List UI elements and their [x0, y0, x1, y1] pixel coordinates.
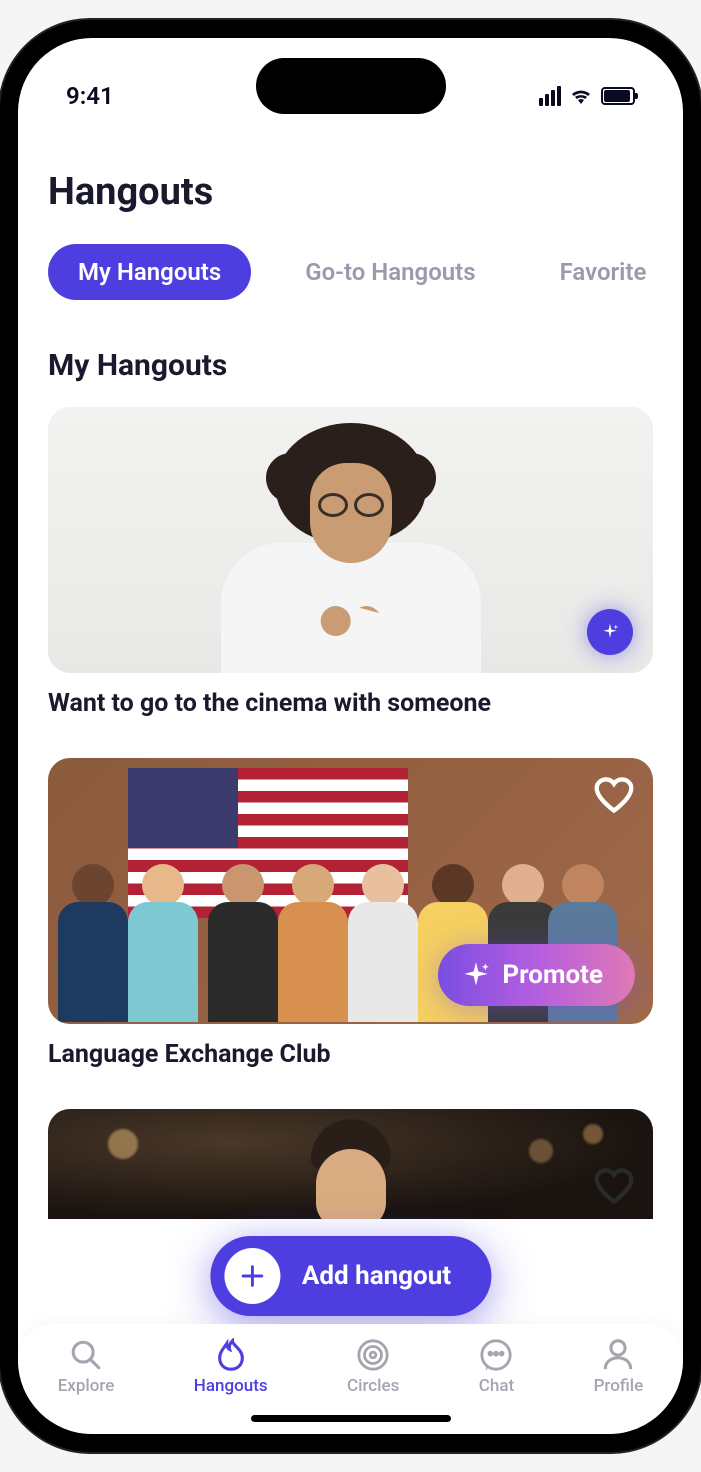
notch [256, 58, 446, 114]
hangout-card-image [48, 1109, 653, 1219]
person-icon [601, 1338, 635, 1372]
nav-profile[interactable]: Profile [594, 1338, 644, 1396]
add-hangout-button[interactable]: Add hangout [210, 1236, 491, 1316]
status-time: 9:41 [66, 82, 114, 110]
nav-label: Profile [594, 1376, 644, 1396]
sparkle-badge-icon[interactable] [587, 609, 633, 655]
home-indicator[interactable] [251, 1415, 451, 1422]
hangout-card[interactable]: Want to go to the cinema with someone [48, 407, 653, 718]
page-title: Hangouts [48, 170, 653, 214]
flame-icon [214, 1338, 248, 1372]
section-title: My Hangouts [48, 348, 653, 383]
screen: 9:41 Hangouts My Hangouts Go-to Hangouts… [18, 38, 683, 1434]
tab-my-hangouts[interactable]: My Hangouts [48, 244, 251, 300]
phone-frame: 9:41 Hangouts My Hangouts Go-to Hangouts… [0, 20, 701, 1452]
nav-label: Circles [347, 1376, 399, 1396]
nav-label: Chat [479, 1376, 514, 1396]
promote-label: Promote [502, 960, 603, 990]
hangout-card-title: Want to go to the cinema with someone [48, 689, 653, 718]
hangout-card-title: Language Exchange Club [48, 1040, 653, 1069]
status-indicators [539, 86, 635, 106]
nav-chat[interactable]: Chat [479, 1338, 514, 1396]
nav-hangouts[interactable]: Hangouts [194, 1338, 268, 1396]
tabs-row: My Hangouts Go-to Hangouts Favorite Hang… [48, 244, 653, 300]
plus-icon [224, 1248, 280, 1304]
nav-explore[interactable]: Explore [58, 1338, 115, 1396]
cellular-signal-icon [539, 86, 561, 106]
nav-circles[interactable]: Circles [347, 1338, 399, 1396]
chat-icon [479, 1338, 513, 1372]
target-icon [356, 1338, 390, 1372]
favorite-heart-icon[interactable] [593, 1167, 635, 1205]
hangout-card-image [48, 407, 653, 673]
add-hangout-label: Add hangout [302, 1261, 451, 1291]
tab-go-to-hangouts[interactable]: Go-to Hangouts [275, 244, 505, 300]
search-icon [69, 1338, 103, 1372]
battery-icon [601, 87, 635, 105]
nav-label: Explore [58, 1376, 115, 1396]
content-area: Hangouts My Hangouts Go-to Hangouts Favo… [18, 126, 683, 1324]
promote-button[interactable]: Promote [438, 944, 635, 1006]
hangout-card[interactable] [48, 1109, 653, 1219]
nav-label: Hangouts [194, 1376, 268, 1396]
favorite-heart-icon[interactable] [593, 776, 635, 814]
tab-favorite-hangouts[interactable]: Favorite Hangouts [530, 244, 653, 300]
wifi-icon [569, 86, 593, 106]
sparkle-icon [462, 961, 490, 989]
hangout-card[interactable]: Promote Language Exchange Club [48, 758, 653, 1069]
hangout-card-image: Promote [48, 758, 653, 1024]
